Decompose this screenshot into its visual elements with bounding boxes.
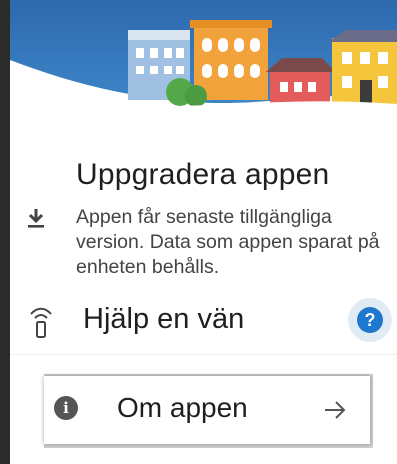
arrow-right-icon [325, 401, 346, 419]
divider [10, 354, 397, 355]
download-icon [28, 209, 44, 228]
info-icon: i [54, 396, 78, 420]
app-menu-card: Uppgradera appen Appen får senaste tillg… [10, 0, 397, 464]
city-banner-illustration [10, 0, 397, 125]
question-mark-icon: ? [357, 307, 383, 333]
help-a-friend-row[interactable]: Hjälp en vän ? [10, 296, 397, 346]
help-button[interactable]: ? [348, 298, 392, 342]
wifi-signal-icon [30, 307, 52, 338]
about-app-item[interactable]: i Om appen [44, 376, 370, 444]
upgrade-app-title[interactable]: Uppgradera appen [76, 158, 329, 192]
about-app-label: Om appen [117, 392, 248, 423]
upgrade-app-description: Appen får senaste tillgängliga version. … [76, 206, 380, 278]
help-a-friend-label: Hjälp en vän [83, 303, 245, 335]
